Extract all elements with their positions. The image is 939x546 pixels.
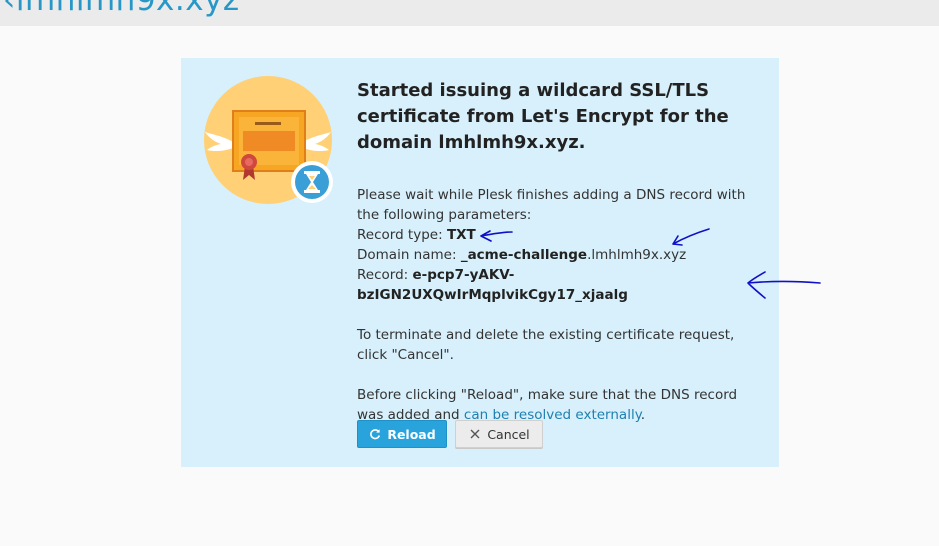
dialog-body: Please wait while Plesk finishes adding … <box>357 185 767 425</box>
domain-name-line: Domain name: _acme-challenge.lmhlmh9x.xy… <box>357 245 767 265</box>
record-label: Record: <box>357 267 409 283</box>
page-title-prefix: ‹ <box>3 0 16 18</box>
intro-text: Please wait while Plesk finishes adding … <box>357 187 746 223</box>
reload-button-label: Reload <box>387 426 436 442</box>
reload-note: Before clicking "Reload", make sure that… <box>357 385 767 425</box>
page-header: ‹lmhlmh9x.xyz <box>0 0 939 26</box>
reload-note-end: . <box>640 407 646 423</box>
record-line: Record: e-pcp7-yAKV-bzIGN2UXQwIrMqplvikC… <box>357 265 767 305</box>
record-type-label: Record type: <box>357 227 443 243</box>
domain-name-label: Domain name: <box>357 247 457 263</box>
record-type-line: Record type: TXT <box>357 225 767 245</box>
domain-name-suffix: .lmhlmh9x.xyz <box>587 247 687 263</box>
cancel-button[interactable]: Cancel <box>455 420 543 448</box>
cancel-button-label: Cancel <box>487 426 530 442</box>
refresh-icon <box>368 428 381 441</box>
record-type-value: TXT <box>446 227 476 243</box>
page-title-text: lmhlmh9x.xyz <box>15 0 240 18</box>
cancel-note: To terminate and delete the existing cer… <box>357 327 735 363</box>
dialog-heading: Started issuing a wildcard SSL/TLS certi… <box>357 80 729 153</box>
close-icon <box>468 428 481 441</box>
page-title: ‹lmhlmh9x.xyz <box>3 0 240 18</box>
reload-button[interactable]: Reload <box>357 420 447 448</box>
domain-name-prefix: _acme-challenge <box>460 247 588 263</box>
certificate-with-wings-icon <box>204 76 333 204</box>
certificate-status-panel: Started issuing a wildcard SSL/TLS certi… <box>181 58 779 467</box>
